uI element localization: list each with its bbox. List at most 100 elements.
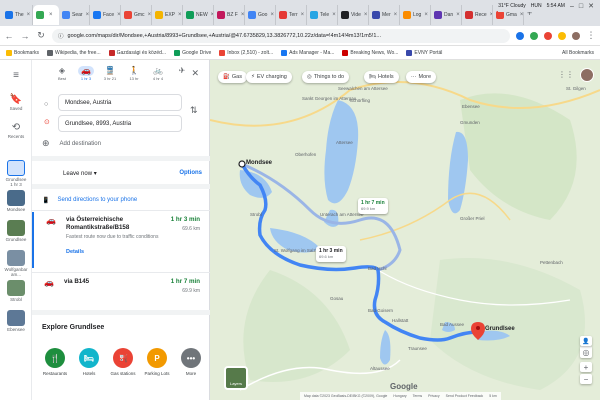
tab-close-icon[interactable]: × <box>148 12 151 18</box>
map-filter-chip[interactable]: ⋯ More <box>406 71 437 83</box>
browser-tab[interactable]: Vide × <box>338 5 369 25</box>
reload-icon[interactable]: ↻ <box>36 30 46 41</box>
map-place-label[interactable]: Attersee <box>336 140 353 145</box>
travel-mode-button[interactable]: 🚆 3 hr 21 <box>102 66 118 81</box>
saved-button[interactable]: 🔖 Saved <box>0 94 32 111</box>
extension-icon[interactable] <box>544 31 552 40</box>
recent-place[interactable]: Grundlsee 1 hr 3 <box>0 160 32 187</box>
bookmark-item[interactable]: Ads Manager - Ma... <box>281 49 334 56</box>
map-footer-item[interactable]: Hungary <box>393 394 406 398</box>
tab-close-icon[interactable]: × <box>364 12 368 18</box>
recents-button[interactable]: ⟲ Recents <box>0 122 32 139</box>
explore-category[interactable]: 🍴 Restaurants <box>40 348 70 376</box>
explore-category[interactable]: ••• More <box>176 348 206 376</box>
map-place-label[interactable]: Schörfling <box>350 98 370 103</box>
browser-tab[interactable]: Log × <box>400 5 431 25</box>
map-place-label[interactable]: Strobl <box>250 212 262 217</box>
travel-mode-button[interactable]: 🚲 4 hr 4 <box>150 66 166 81</box>
tab-close-icon[interactable]: × <box>520 12 523 18</box>
browser-tab[interactable]: EXP × <box>152 5 183 25</box>
tab-close-icon[interactable]: × <box>178 12 182 18</box>
browser-tab[interactable]: Mer × <box>369 5 400 25</box>
menu-dots-icon[interactable]: ⋮ <box>586 30 596 41</box>
map-place-label[interactable]: Seewalchen am Attersee <box>338 86 388 91</box>
map-filter-chip[interactable]: ◎ Things to do <box>302 71 350 83</box>
recent-place[interactable]: Grundlsee <box>0 220 32 242</box>
map-place-label[interactable]: Pettenbach <box>540 260 563 265</box>
my-location-icon[interactable]: ◎ <box>580 346 592 358</box>
map-place-label[interactable]: St. Gilgen <box>566 86 586 91</box>
recent-place[interactable]: Strobl <box>0 280 32 302</box>
browser-tab[interactable]: The × <box>2 5 33 25</box>
bookmark-item[interactable]: Google Drive <box>174 49 211 56</box>
recent-place[interactable]: Ebensee <box>0 310 32 332</box>
travel-mode-button[interactable]: 🚶 13 hr <box>126 66 142 81</box>
send-to-phone-button[interactable]: 📱 Send directions to your phone <box>32 194 210 206</box>
map-place-label[interactable]: Bad Aussee <box>440 322 464 327</box>
map-canvas[interactable]: ⛽ Gas ⚡ EV charging ◎ Things to do 🛏 Hotels ⋯ Mor… <box>210 60 600 400</box>
map-place-label[interactable]: Großer Priel <box>460 216 485 221</box>
map-place-label[interactable]: Gmunden <box>460 120 480 125</box>
menu-button[interactable]: ≡ <box>0 70 32 82</box>
minimize-icon[interactable]: – <box>570 3 574 10</box>
browser-tab[interactable]: × <box>33 5 59 25</box>
browser-tab[interactable]: Goo × <box>245 5 276 25</box>
add-destination-button[interactable]: ⊕ Add destination <box>42 138 101 149</box>
tab-close-icon[interactable]: × <box>49 12 53 18</box>
map-place-label[interactable]: Altaussee <box>370 366 390 371</box>
leave-now-dropdown[interactable]: Leave now ▾ <box>63 170 97 177</box>
map-filter-chip[interactable]: 🛏 Hotels <box>364 71 399 83</box>
forward-icon[interactable]: → <box>20 31 30 41</box>
tab-close-icon[interactable]: × <box>332 12 336 18</box>
map-footer-item[interactable]: 5 km <box>489 394 497 398</box>
url-input[interactable]: ⓘ google.com/maps/dir/Mondsee,+Austria/8… <box>52 28 510 43</box>
map-place-label[interactable]: Bad Ischl <box>368 266 387 271</box>
bookmark-item[interactable]: Breaking News, Wo... <box>342 49 398 56</box>
browser-tab[interactable]: Gmc × <box>121 5 152 25</box>
zoom-out-button[interactable]: − <box>580 374 592 384</box>
tab-close-icon[interactable]: × <box>301 12 305 18</box>
alt-route-label[interactable]: 1 hr 7 min 69.9 km <box>358 198 388 214</box>
maximize-icon[interactable]: □ <box>579 3 583 10</box>
main-route-label[interactable]: 1 hr 3 min 69.6 km <box>316 246 346 262</box>
recent-place[interactable]: Wolfganbar am... <box>0 250 32 277</box>
travel-mode-button[interactable]: 🚗 1 hr 3 <box>78 66 94 81</box>
tab-close-icon[interactable]: × <box>456 12 460 18</box>
extension-icon[interactable] <box>530 31 538 40</box>
browser-tab[interactable]: Tele × <box>307 5 338 25</box>
options-button[interactable]: Options <box>179 170 202 176</box>
map-footer-item[interactable]: Terms <box>413 394 423 398</box>
apps-grid-icon[interactable]: ⋮⋮ <box>558 70 574 79</box>
map-place-label[interactable]: Oberhofen <box>295 152 316 157</box>
explore-category[interactable]: P Parking Lots <box>142 348 172 376</box>
route-option-2[interactable]: 🚗 via B145 1 hr 7 min 69.9 km <box>32 274 210 308</box>
map-footer-item[interactable]: Send Product Feedback <box>446 394 484 398</box>
tab-close-icon[interactable]: × <box>241 12 244 18</box>
map-place-label[interactable]: Traunsee <box>408 346 427 351</box>
browser-tab[interactable]: BZ F × <box>214 5 245 25</box>
map-place-label[interactable]: Bad Goisern <box>368 308 393 313</box>
tab-close-icon[interactable]: × <box>424 12 428 18</box>
browser-tab[interactable]: Dan × <box>431 5 462 25</box>
tab-close-icon[interactable]: × <box>27 12 31 18</box>
close-window-icon[interactable]: ✕ <box>588 2 594 10</box>
bookmark-item[interactable]: Inbox (2,510) - zolt... <box>219 49 273 56</box>
tab-close-icon[interactable]: × <box>394 12 398 18</box>
explore-category[interactable]: 🛏 Hotels <box>74 348 104 376</box>
back-icon[interactable]: ← <box>4 31 14 41</box>
travel-mode-button[interactable]: ✈ <box>174 66 190 76</box>
bookmark-item[interactable]: Bookmarks <box>6 49 39 56</box>
browser-tab[interactable]: Sear × <box>59 5 90 25</box>
explore-category[interactable]: ⛽ Gas stations <box>108 348 138 376</box>
origin-input[interactable]: Mondsee, Austria <box>58 94 182 111</box>
browser-tab[interactable]: Rece × <box>462 5 493 25</box>
layers-button[interactable]: Layers <box>224 366 248 390</box>
map-place-label[interactable]: Hallstatt <box>392 318 408 323</box>
map-place-label[interactable]: Gosau <box>330 296 343 301</box>
close-directions-icon[interactable]: ✕ <box>191 68 199 79</box>
extension-icon[interactable] <box>558 31 566 40</box>
pegman-icon[interactable]: 👤 <box>580 336 592 346</box>
tab-close-icon[interactable]: × <box>86 12 89 18</box>
profile-avatar[interactable] <box>572 31 580 40</box>
destination-input[interactable]: Grundlsee, 8993, Austria <box>58 115 182 132</box>
